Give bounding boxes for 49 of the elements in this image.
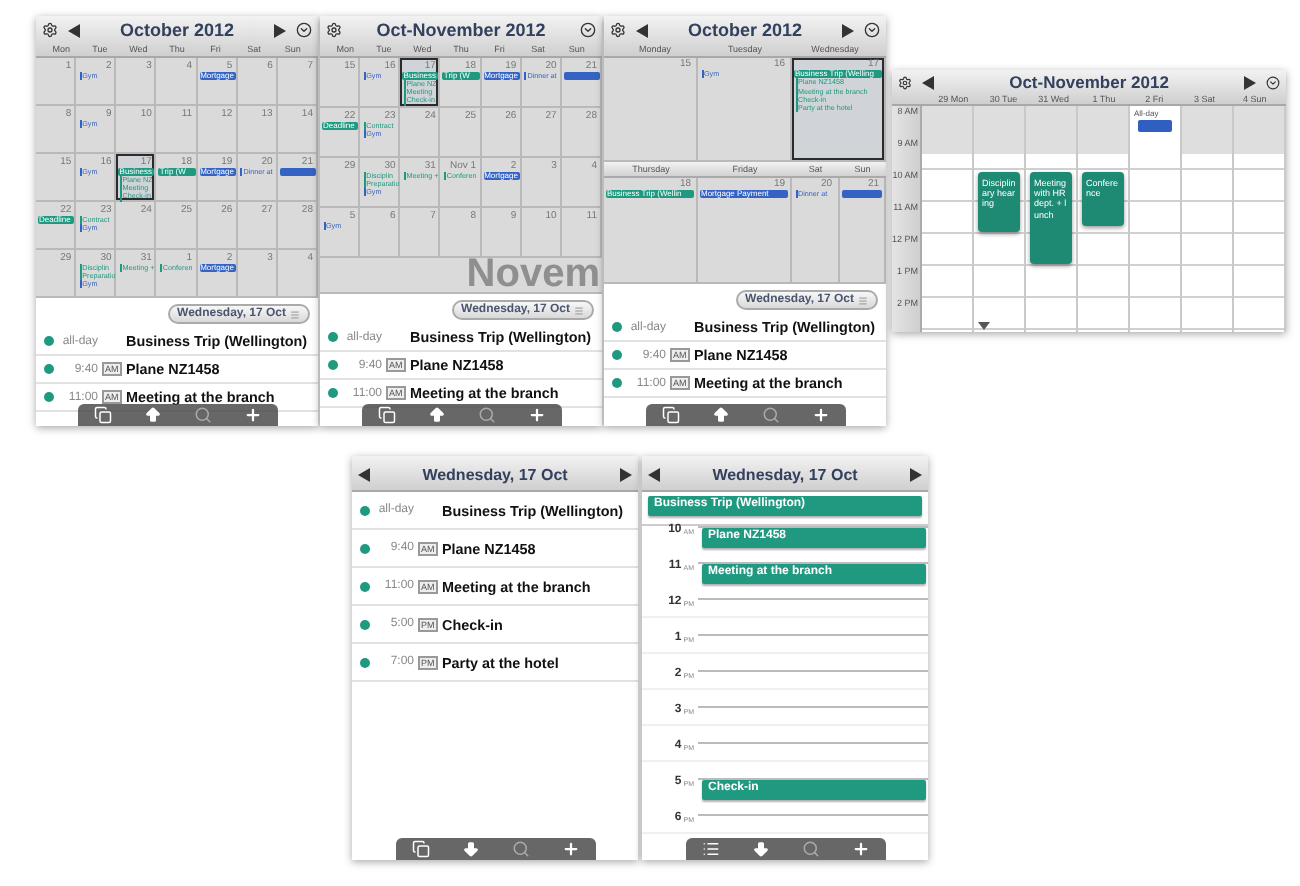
event-chip[interactable]	[841, 190, 882, 198]
list-icon[interactable]	[701, 840, 719, 858]
add-icon[interactable]	[243, 406, 261, 424]
left-arrow-icon[interactable]	[68, 23, 80, 37]
add-icon[interactable]	[561, 840, 579, 858]
month-watermark: Novem	[466, 258, 602, 292]
calendar-title: Oct-November 2012	[376, 20, 546, 40]
left-arrow-icon[interactable]	[922, 75, 934, 89]
right-arrow-icon[interactable]	[274, 23, 286, 37]
add-icon[interactable]	[851, 840, 869, 858]
settings-icon[interactable]	[610, 22, 626, 38]
search-icon[interactable]	[477, 406, 495, 424]
add-icon[interactable]	[811, 406, 829, 424]
right-arrow-icon[interactable]	[910, 467, 922, 481]
settings-icon[interactable]	[326, 22, 342, 38]
pages-icon[interactable]	[411, 840, 429, 858]
dropdown-icon[interactable]	[579, 22, 596, 38]
up-arrow-icon[interactable]	[143, 406, 161, 424]
left-arrow-icon[interactable]	[358, 467, 370, 481]
dropdown-icon[interactable]	[296, 22, 312, 38]
right-arrow-icon[interactable]	[1244, 75, 1256, 89]
down-arrow-icon[interactable]	[751, 840, 769, 858]
left-arrow-icon[interactable]	[636, 23, 648, 37]
down-arrow-icon[interactable]	[461, 840, 479, 858]
calendar-title: October 2012	[119, 20, 235, 40]
pages-icon[interactable]	[93, 406, 111, 424]
right-arrow-icon[interactable]	[842, 23, 854, 37]
settings-icon[interactable]	[42, 22, 58, 38]
search-icon[interactable]	[193, 406, 211, 424]
down-triangle-icon[interactable]	[978, 322, 990, 330]
dropdown-icon[interactable]	[1266, 75, 1280, 89]
date-title: Wednesday, 17 Oct	[712, 465, 858, 483]
pages-icon[interactable]	[661, 406, 679, 424]
add-icon[interactable]	[527, 406, 545, 424]
menu-icon	[290, 309, 300, 319]
event-chip[interactable]	[279, 167, 316, 175]
date-title: Wednesday, 17 Oct	[422, 465, 568, 483]
left-arrow-icon[interactable]	[648, 467, 660, 481]
up-arrow-icon[interactable]	[427, 406, 445, 424]
menu-icon	[574, 305, 584, 315]
event-chip[interactable]	[563, 71, 600, 79]
right-arrow-icon[interactable]	[620, 467, 632, 481]
calendar-title: Oct-November 2012	[1009, 72, 1169, 92]
settings-icon[interactable]	[898, 75, 912, 89]
dropdown-icon[interactable]	[864, 22, 880, 38]
up-arrow-icon[interactable]	[711, 406, 729, 424]
menu-icon	[858, 295, 868, 305]
calendar-title: October 2012	[687, 20, 803, 40]
pages-icon[interactable]	[377, 406, 395, 424]
